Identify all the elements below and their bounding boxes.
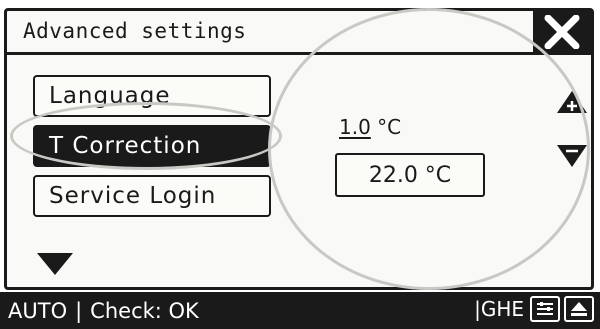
status-separator: | [75,298,83,323]
device-screen: Advanced settings Language T Correction … [4,8,594,290]
step-value: 1.0 [339,115,371,139]
service-login-button[interactable]: Service Login [33,175,271,217]
increase-icon[interactable] [555,89,589,117]
service-login-label: Service Login [49,183,217,209]
status-mode: AUTO [8,298,68,323]
status-right-group: |GHE [474,296,594,322]
sliders-button[interactable] [530,296,560,322]
language-label: Language [49,83,171,109]
decrease-icon[interactable] [555,143,589,169]
status-check: Check: OK [90,298,199,323]
close-icon [544,14,580,49]
status-bar: AUTO | Check: OK |GHE [0,292,600,329]
title-bar: Advanced settings [7,11,591,55]
t-correction-button[interactable]: T Correction [33,125,271,167]
sliders-icon [537,302,553,315]
eject-button[interactable] [564,296,594,322]
page-title: Advanced settings [23,19,247,43]
language-button[interactable]: Language [33,75,271,117]
scroll-down-icon[interactable] [37,253,73,275]
eject-icon [571,302,587,316]
temperature-value: 22.0 °C [368,162,452,188]
status-ghe: |GHE [474,297,524,321]
temperature-value-field[interactable]: 22.0 °C [335,153,485,197]
close-button[interactable] [533,11,591,52]
step-unit: °C [377,115,402,139]
t-correction-label: T Correction [49,133,202,159]
step-size: 1.0 °C [339,115,401,139]
